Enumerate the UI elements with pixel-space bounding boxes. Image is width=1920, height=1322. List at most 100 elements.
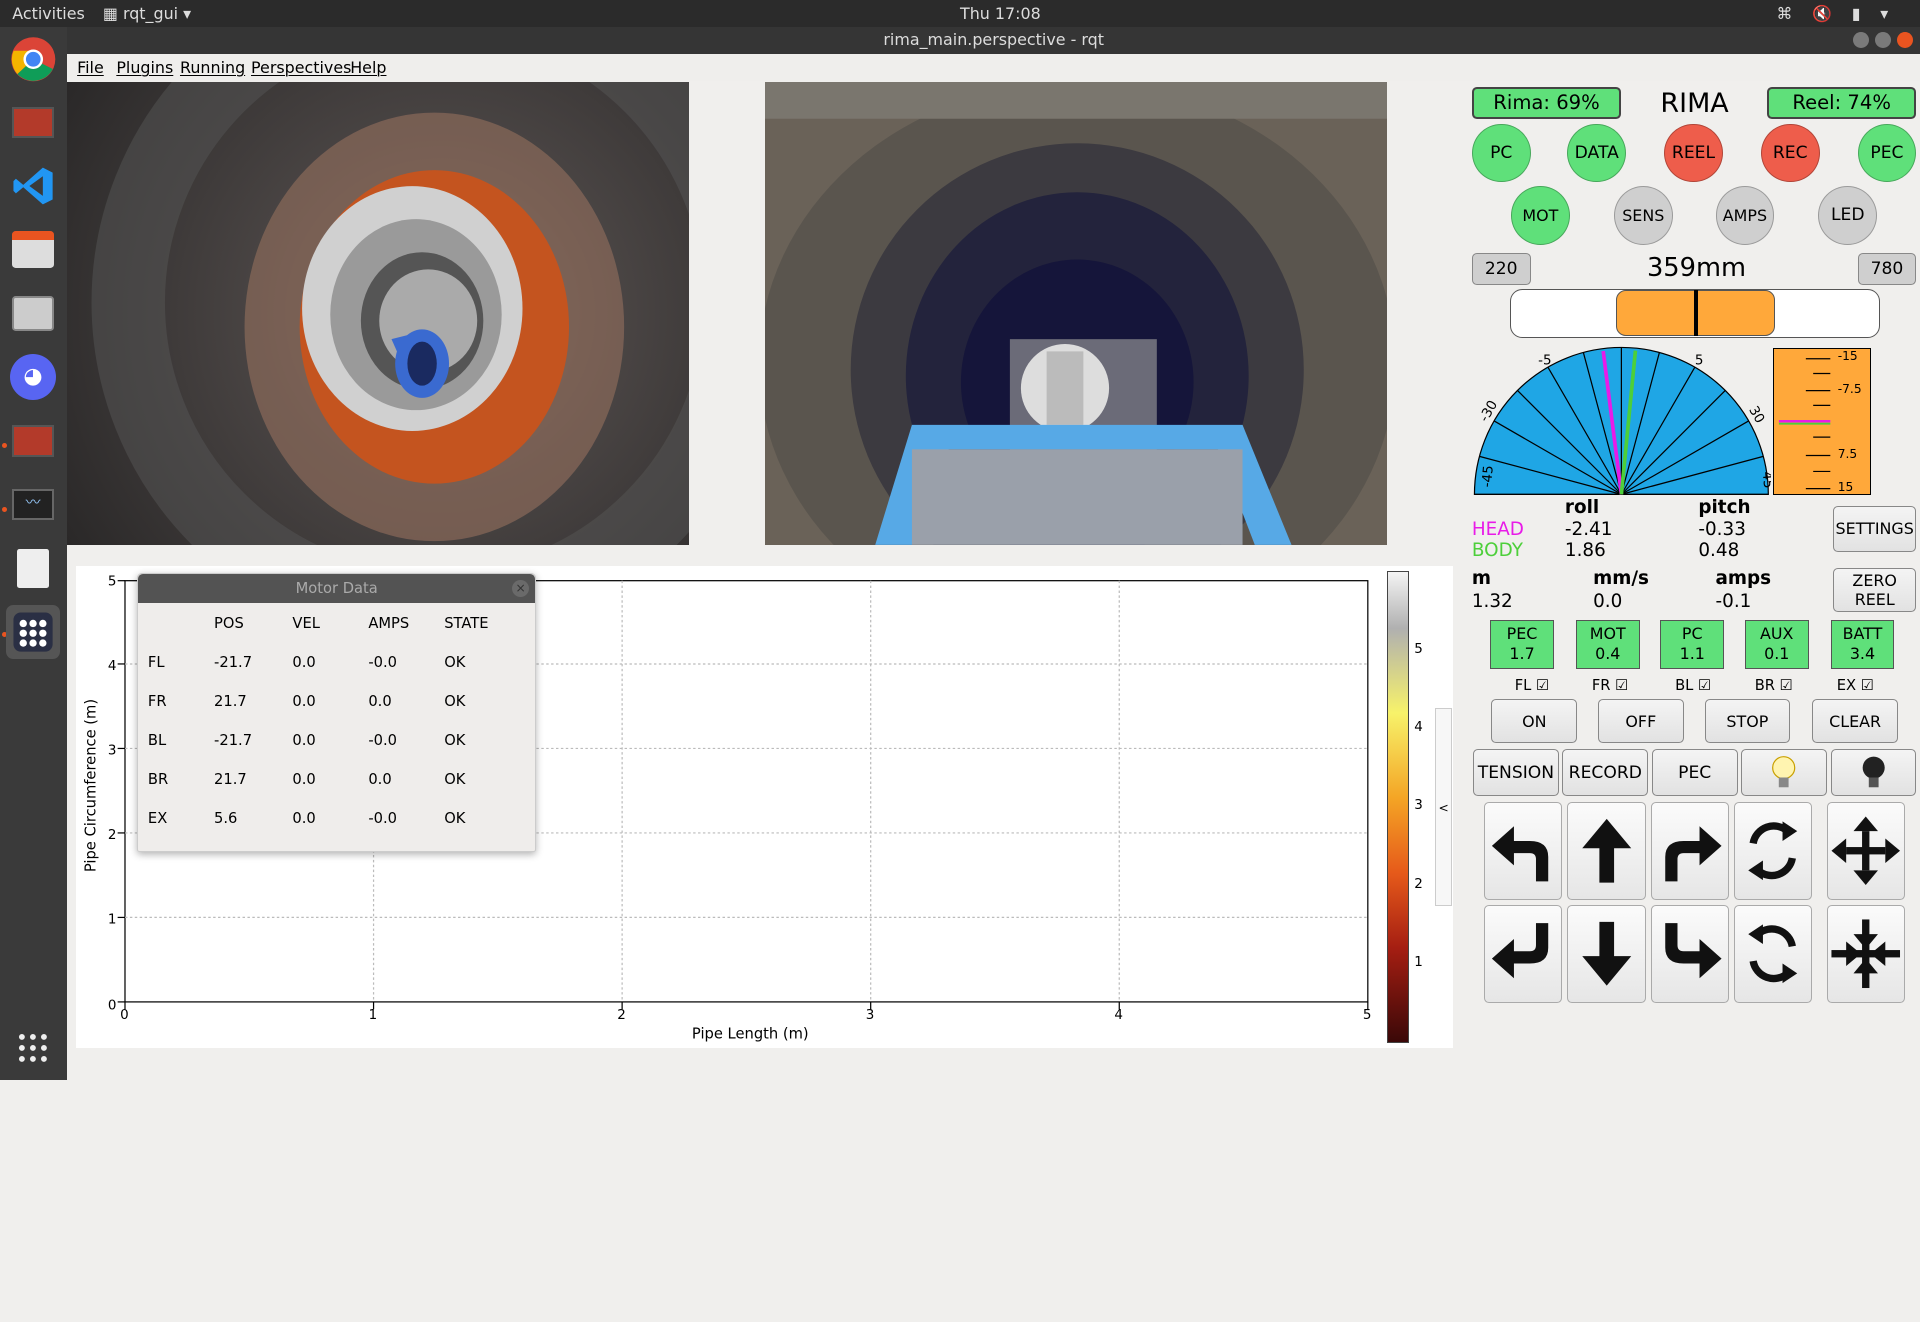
led-status-button[interactable]: LED <box>1818 186 1878 245</box>
body-pitch-value: 0.48 <box>1698 540 1740 561</box>
turn-left-forward-icon[interactable] <box>1484 802 1563 900</box>
data-status-button[interactable]: DATA <box>1567 123 1627 183</box>
menu-file[interactable]: File <box>77 58 104 77</box>
gauge-label: 45 <box>1759 471 1771 489</box>
y-tick: 3 <box>108 743 117 758</box>
head-roll-value: -2.41 <box>1564 519 1613 541</box>
window-titlebar: rima_main.perspective - rqt <box>67 26 1920 54</box>
rec-status-button[interactable]: REC <box>1760 123 1820 183</box>
record-button[interactable]: RECORD <box>1562 749 1649 796</box>
zero-reel-button[interactable]: ZERO REEL <box>1833 568 1917 613</box>
motor-data-window[interactable]: Motor Data × POS VEL AMPS STATE FL -21.7 0.… <box>137 573 537 853</box>
cell: OK <box>444 810 466 828</box>
expand-icon[interactable] <box>1826 802 1906 900</box>
chrome-icon[interactable] <box>9 34 58 83</box>
turn-right-back-icon[interactable] <box>1650 904 1729 1003</box>
turn-left-back-icon[interactable] <box>1484 904 1563 1003</box>
cell: 0.0 <box>292 692 316 710</box>
ex-checkbox[interactable]: EX ☑ <box>1837 677 1874 694</box>
collapse-handle[interactable]: < <box>1435 707 1453 907</box>
fl-checkbox[interactable]: FL ☑ <box>1515 677 1549 694</box>
pc-status-button[interactable]: PC <box>1471 123 1531 183</box>
system-monitor-icon[interactable]: 〰 <box>9 480 58 529</box>
x-tick: 0 <box>120 1008 129 1023</box>
head-label: HEAD <box>1471 519 1524 541</box>
menu-perspectives[interactable]: Perspectives <box>251 58 351 77</box>
rqt-icon[interactable] <box>6 604 60 659</box>
rotate-cw-icon[interactable] <box>1733 802 1813 900</box>
motor-data-title: Motor Data <box>295 580 378 598</box>
sens-status-button[interactable]: SENS <box>1613 186 1673 245</box>
tension-button[interactable]: TENSION <box>1473 749 1559 796</box>
sensor-value: 0.4 <box>1595 643 1621 663</box>
menu-plugins[interactable]: Plugins <box>116 58 173 77</box>
reel-slider-track[interactable] <box>1509 288 1880 338</box>
clear-button[interactable]: CLEAR <box>1812 699 1898 744</box>
activities-button[interactable]: Activities <box>12 4 85 23</box>
menu-help[interactable]: Help <box>350 58 386 77</box>
files-icon[interactable] <box>9 225 58 274</box>
table-row: FR 21.7 0.0 0.0 OK <box>138 682 520 721</box>
contract-icon[interactable] <box>1826 904 1906 1003</box>
cell: -0.0 <box>368 653 397 671</box>
off-button[interactable]: OFF <box>1597 699 1684 744</box>
pitch-tick: 15 <box>1837 479 1854 494</box>
sensor-value: 0.1 <box>1764 643 1790 663</box>
backward-icon[interactable] <box>1567 904 1646 1003</box>
amps-value: -0.1 <box>1715 591 1752 613</box>
forward-icon[interactable] <box>1567 802 1646 900</box>
rotate-ccw-icon[interactable] <box>1733 904 1813 1003</box>
mot-status-button[interactable]: MOT <box>1511 186 1570 245</box>
close-icon[interactable]: × <box>512 580 530 598</box>
stop-button[interactable]: STOP <box>1704 699 1791 744</box>
pc-current: PC 1.1 <box>1660 619 1725 669</box>
turn-right-forward-icon[interactable] <box>1650 802 1729 900</box>
row-label: BR <box>147 771 169 789</box>
chrome-app-icon[interactable] <box>9 289 58 338</box>
br-checkbox[interactable]: BR ☑ <box>1755 677 1793 694</box>
pitch-tick: 7.5 <box>1837 446 1858 461</box>
pitch-header: pitch <box>1698 497 1751 519</box>
rima-title: RIMA <box>1660 88 1729 120</box>
menu-running[interactable]: Running <box>180 58 245 77</box>
on-button[interactable]: ON <box>1491 699 1578 744</box>
pec-button[interactable]: PEC <box>1651 749 1738 796</box>
sensor-name: PC <box>1681 624 1703 644</box>
body-roll-value: 1.86 <box>1564 540 1606 561</box>
table-row: EX 5.6 0.0 -0.0 OK <box>138 799 520 838</box>
settings-button[interactable]: SETTINGS <box>1833 505 1917 553</box>
close-button[interactable] <box>1896 31 1913 48</box>
maximize-button[interactable] <box>1874 31 1891 48</box>
y-tick: 4 <box>108 659 117 674</box>
vscode-icon[interactable] <box>9 162 58 211</box>
pec-current: PEC 1.7 <box>1490 619 1554 669</box>
sensor-value: 1.7 <box>1509 643 1535 663</box>
zero-label: ZERO <box>1852 570 1897 590</box>
motor-table: POS VEL AMPS STATE FL -21.7 0.0 -0.0 OK FR 21… <box>138 603 520 838</box>
system-tray[interactable]: ⌘ 🔇 ▮ ▾ <box>1776 4 1895 23</box>
distance-header: m <box>1471 568 1491 590</box>
cell: -0.0 <box>368 810 397 828</box>
light-on-icon[interactable] <box>1741 749 1827 796</box>
reel-status-button[interactable]: REEL <box>1664 123 1723 183</box>
app-menu[interactable]: ▦ rqt_gui ▾ <box>103 4 191 23</box>
pitch-gauge: -15 -7.5 7.5 15 <box>1773 347 1872 495</box>
light-off-icon[interactable] <box>1830 749 1917 796</box>
terminal-icon[interactable] <box>9 98 58 147</box>
pec-status-button[interactable]: PEC <box>1857 123 1917 183</box>
terminal-2-icon[interactable] <box>9 416 58 465</box>
clock[interactable]: Thu 17:08 <box>960 4 1041 23</box>
amps-status-button[interactable]: AMPS <box>1715 186 1775 245</box>
x-tick: 4 <box>1114 1008 1123 1023</box>
cbar-tick: 5 <box>1414 641 1423 657</box>
show-apps-icon[interactable] <box>9 1024 58 1073</box>
cell: 0.0 <box>292 810 316 828</box>
fr-checkbox[interactable]: FR ☑ <box>1592 677 1629 694</box>
minimize-button[interactable] <box>1852 31 1869 48</box>
cell: 5.6 <box>214 810 238 828</box>
discord-icon[interactable]: ◕ <box>9 353 58 402</box>
bl-checkbox[interactable]: BL ☑ <box>1675 677 1711 694</box>
cell: OK <box>444 732 466 750</box>
mot-current: MOT 0.4 <box>1575 619 1640 669</box>
text-editor-icon[interactable] <box>9 544 58 593</box>
